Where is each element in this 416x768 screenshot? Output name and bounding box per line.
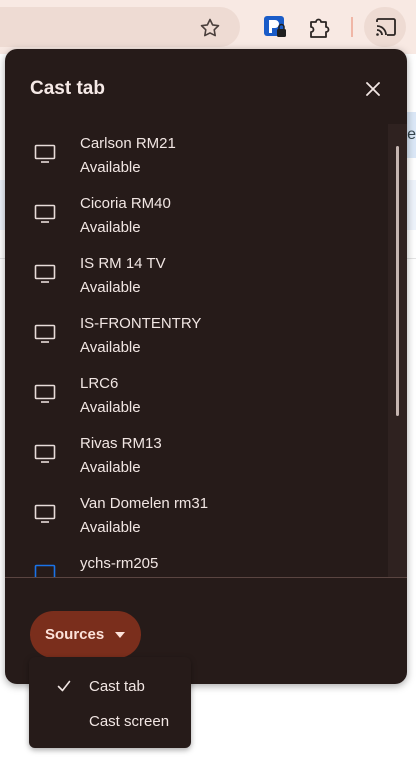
cast-dialog: Cast tab Carlson RM21 Available Cicoria … [5, 49, 407, 684]
sources-label: Sources [45, 626, 105, 643]
device-name: Van Domelen rm31 [80, 495, 209, 512]
device-name: LRC6 [80, 375, 119, 392]
cast-button[interactable] [364, 7, 406, 47]
tv-icon [34, 444, 56, 463]
puzzle-icon[interactable] [306, 14, 332, 40]
device-item[interactable]: Cicoria RM40 Available [5, 184, 388, 244]
browser-toolbar [0, 0, 416, 54]
toolbar-separator [351, 17, 353, 37]
close-button[interactable] [359, 75, 387, 103]
device-list[interactable]: Carlson RM21 Available Cicoria RM40 Avai… [5, 124, 388, 577]
device-name: IS RM 14 TV [80, 255, 166, 272]
check-icon [57, 680, 71, 692]
sources-menu: Cast tab Cast screen [29, 657, 191, 748]
menu-item-cast-screen[interactable]: Cast screen [29, 705, 191, 739]
device-item[interactable]: Carlson RM21 Available [5, 124, 388, 184]
device-item[interactable]: Van Domelen rm31 Available [5, 484, 388, 544]
device-name: Rivas RM13 [80, 435, 162, 452]
device-name: IS-FRONTENTRY [80, 315, 202, 332]
device-status: Available [80, 459, 141, 476]
star-icon[interactable] [198, 16, 222, 40]
device-status: Available [80, 279, 141, 296]
scrollbar-thumb[interactable] [396, 146, 399, 416]
device-status: Available [80, 339, 141, 356]
tv-icon [34, 384, 56, 403]
device-status: Available [80, 219, 141, 236]
sources-button[interactable]: Sources [30, 611, 141, 658]
device-name: Cicoria RM40 [80, 195, 171, 212]
cast-icon [376, 18, 396, 36]
device-status: Available [80, 519, 141, 536]
device-item[interactable]: LRC6 Available [5, 364, 388, 424]
dialog-divider [5, 577, 407, 578]
device-name: Carlson RM21 [80, 135, 176, 152]
device-item[interactable]: IS-FRONTENTRY Available [5, 304, 388, 364]
device-item[interactable]: ychs-rm205 [5, 544, 388, 577]
tv-icon [34, 504, 56, 523]
tv-icon [34, 264, 56, 283]
menu-item-label: Cast tab [89, 678, 145, 695]
tv-icon [34, 204, 56, 223]
device-status: Available [80, 399, 141, 416]
close-icon [366, 82, 380, 96]
dialog-title: Cast tab [30, 78, 105, 99]
tv-icon [34, 564, 56, 577]
password-manager-icon[interactable] [262, 14, 288, 40]
device-status: Available [80, 159, 141, 176]
menu-item-label: Cast screen [89, 713, 170, 730]
tv-icon [34, 144, 56, 163]
device-name: ychs-rm205 [80, 555, 159, 572]
device-item[interactable]: IS RM 14 TV Available [5, 244, 388, 304]
tv-icon [34, 324, 56, 343]
menu-item-cast-tab[interactable]: Cast tab [29, 670, 191, 704]
caret-down-icon [115, 632, 125, 638]
scrollbar[interactable] [388, 124, 407, 577]
device-item[interactable]: Rivas RM13 Available [5, 424, 388, 484]
